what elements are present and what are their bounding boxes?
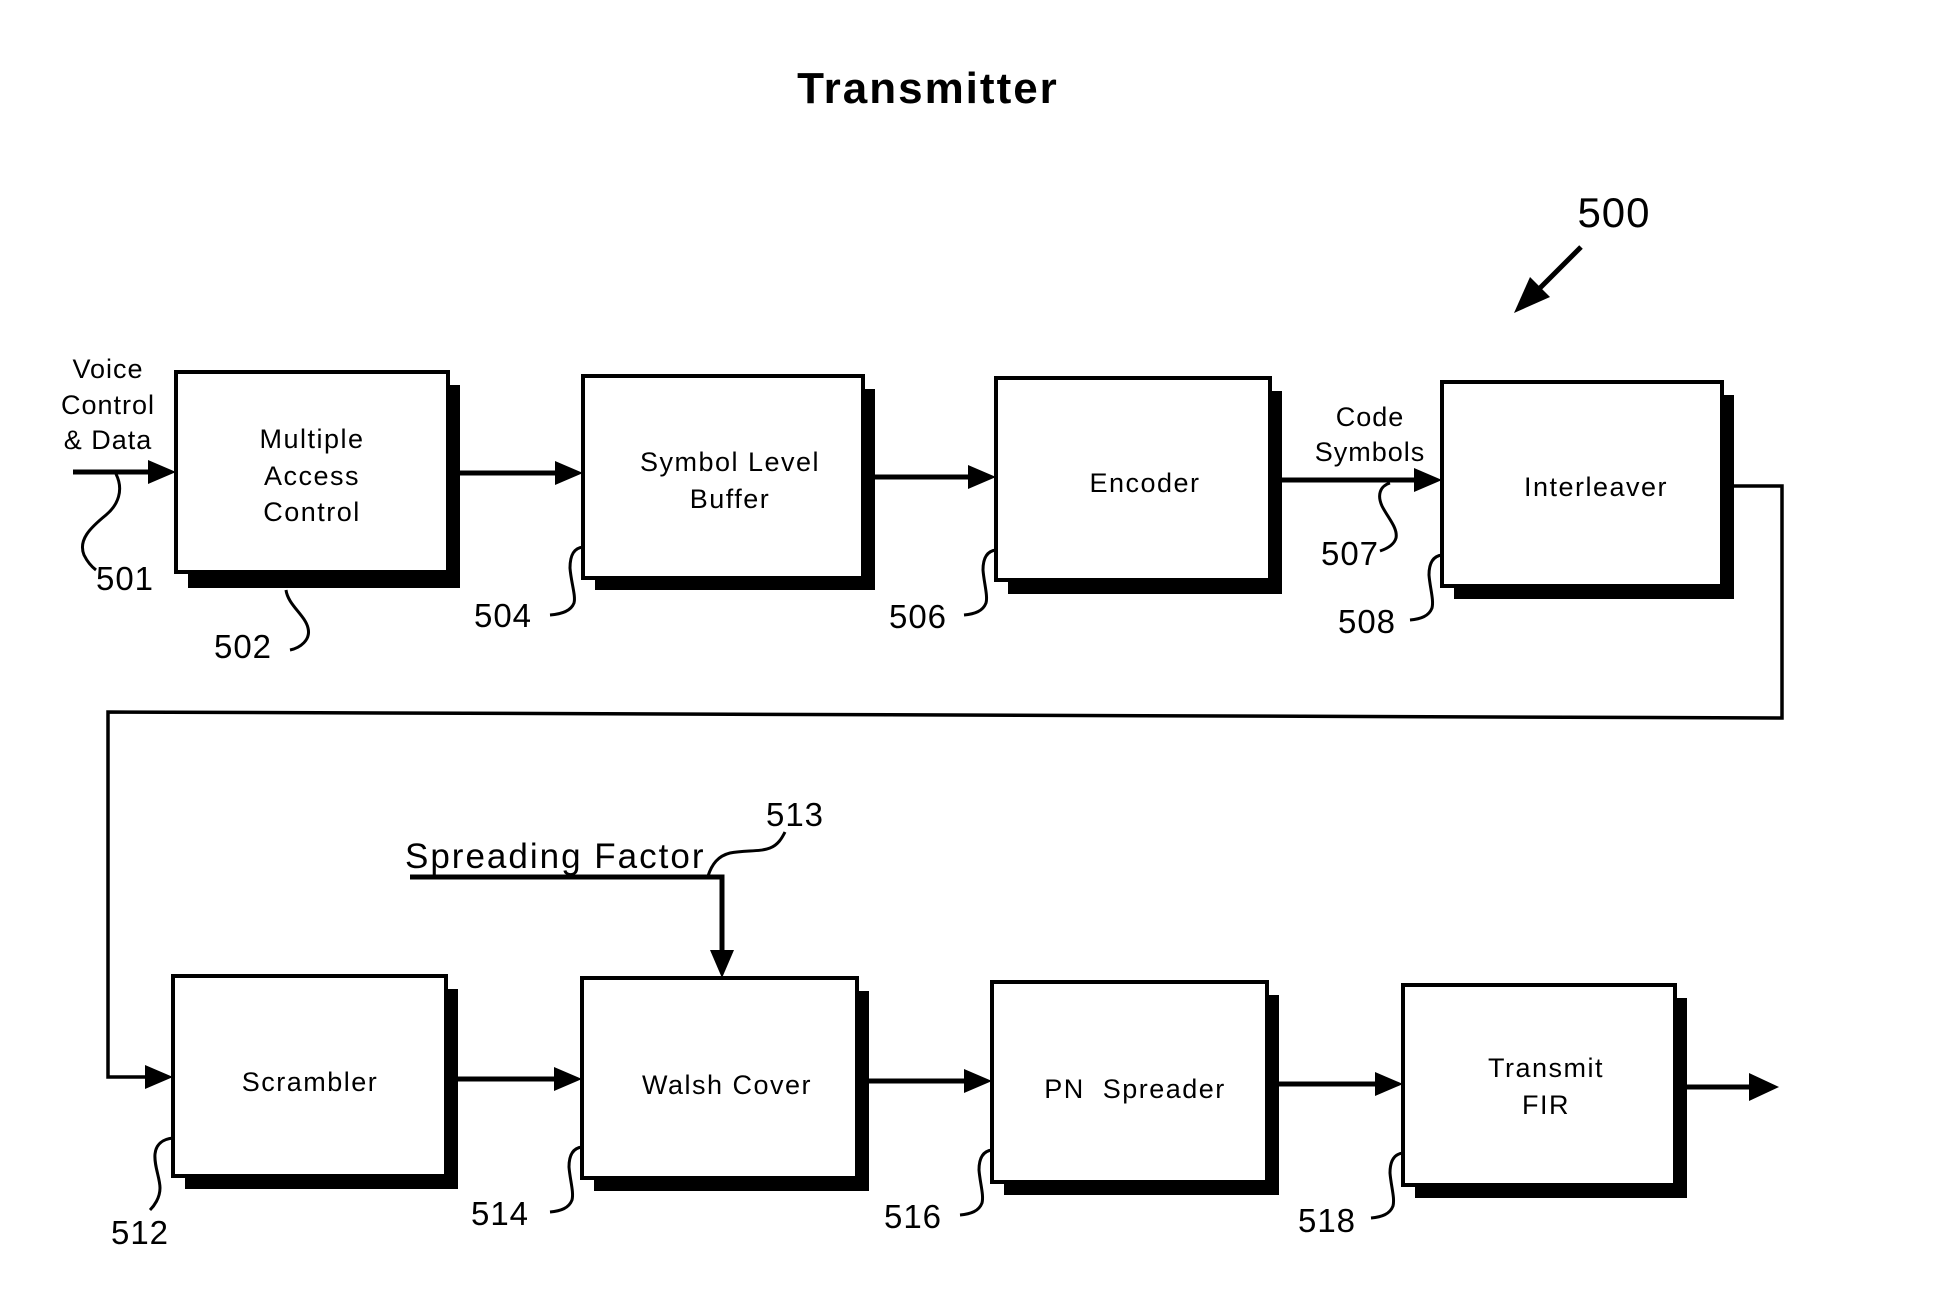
- arrow-buffer-to-encoder: [875, 465, 996, 489]
- leader-518: [1370, 1151, 1404, 1220]
- ref-512: 512: [111, 1214, 169, 1251]
- transmitter-block-diagram: Transmitter 500 Voice Control & Data 501…: [61, 64, 1784, 1251]
- arrow-encoder-to-interleaver: [1282, 468, 1442, 492]
- input-arrow: [73, 460, 176, 484]
- leader-506: [963, 548, 997, 617]
- block-label: Interleaver: [1524, 472, 1668, 502]
- block-scrambler[interactable]: Scrambler: [171, 974, 458, 1189]
- arrow-walsh-to-pn: [869, 1069, 992, 1093]
- block-label: Symbol Level: [640, 447, 820, 477]
- block-label: PN Spreader: [1044, 1074, 1226, 1104]
- code-symbols-label-line-1: Code: [1336, 402, 1405, 432]
- block-label: Access: [264, 461, 360, 491]
- leader-516: [959, 1148, 993, 1217]
- leader-514: [549, 1145, 583, 1214]
- block-encoder[interactable]: Encoder: [994, 376, 1282, 594]
- leader-513: [706, 831, 787, 877]
- ref-504: 504: [474, 597, 532, 634]
- output-arrow: [1687, 1073, 1779, 1101]
- arrowhead-icon: [145, 1065, 173, 1089]
- block-label: Scrambler: [242, 1067, 379, 1097]
- arrowhead-icon: [1749, 1073, 1779, 1101]
- input-label-line-2: Control: [61, 390, 155, 420]
- arrow-scrambler-to-walsh: [458, 1067, 582, 1091]
- block-label: Control: [263, 497, 361, 527]
- leader-504: [549, 545, 584, 617]
- arrow-spreading-factor-to-walsh: [410, 874, 734, 978]
- leader-502: [284, 589, 310, 652]
- block-label: Multiple: [259, 424, 364, 454]
- block-label: Buffer: [690, 484, 771, 514]
- arrowhead-icon: [1375, 1072, 1403, 1096]
- ref-516: 516: [884, 1198, 942, 1235]
- arrowhead-icon: [555, 461, 583, 485]
- ref-501: 501: [96, 560, 154, 597]
- block-label: FIR: [1522, 1090, 1570, 1120]
- block-label: Encoder: [1089, 468, 1200, 498]
- input-label-line-3: & Data: [64, 425, 153, 455]
- ref-513: 513: [766, 796, 824, 833]
- ref-506: 506: [889, 598, 947, 635]
- figure-ref-arrow-icon: [1514, 245, 1583, 313]
- input-label-line-1: Voice: [72, 354, 143, 384]
- block-symbol-level-buffer[interactable]: Symbol Level Buffer: [581, 374, 875, 590]
- leader-507: [1378, 481, 1398, 553]
- diagram-title: Transmitter: [797, 64, 1059, 113]
- leader-508: [1409, 553, 1443, 622]
- ref-507: 507: [1321, 535, 1379, 572]
- arrowhead-icon: [710, 950, 734, 978]
- arrow-mac-to-buffer: [460, 461, 583, 485]
- code-symbols-label-line-2: Symbols: [1315, 437, 1426, 467]
- ref-514: 514: [471, 1195, 529, 1232]
- block-multiple-access-control[interactable]: Multiple Access Control: [174, 370, 460, 588]
- input-label: Voice Control & Data: [61, 354, 155, 455]
- leader-512: [148, 1136, 174, 1212]
- figure-ref-number: 500: [1577, 189, 1650, 236]
- arrowhead-icon: [968, 465, 996, 489]
- block-label: Walsh Cover: [642, 1070, 812, 1100]
- leader-501: [81, 473, 122, 572]
- ref-502: 502: [214, 628, 272, 665]
- block-label: Transmit: [1488, 1053, 1604, 1083]
- arrowhead-icon: [1414, 468, 1442, 492]
- block-walsh-cover[interactable]: Walsh Cover: [580, 976, 869, 1191]
- block-transmit-fir[interactable]: Transmit FIR: [1401, 983, 1687, 1198]
- arrowhead-icon: [148, 460, 176, 484]
- block-pn-spreader[interactable]: PN Spreader: [990, 980, 1279, 1195]
- ref-518: 518: [1298, 1202, 1356, 1239]
- ref-508: 508: [1338, 603, 1396, 640]
- spreading-factor-label: Spreading Factor: [405, 837, 705, 876]
- block-interleaver[interactable]: Interleaver: [1440, 380, 1734, 599]
- arrowhead-icon: [554, 1067, 582, 1091]
- arrow-pn-to-fir: [1279, 1072, 1403, 1096]
- arrowhead-icon: [964, 1069, 992, 1093]
